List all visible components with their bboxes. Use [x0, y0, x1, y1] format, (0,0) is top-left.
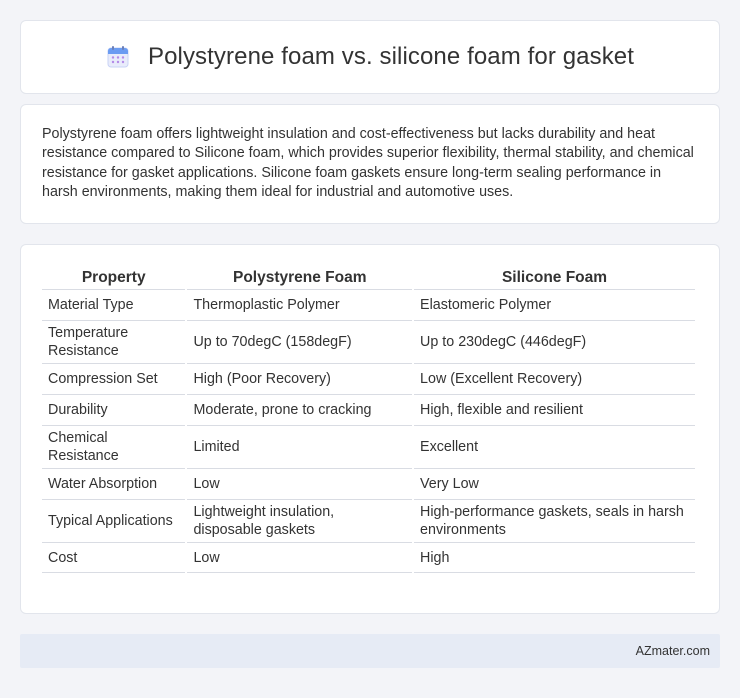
title-wrap: Polystyrene foam vs. silicone foam for g… [106, 43, 634, 71]
cell-property: Cost [42, 543, 186, 573]
cell-silicone: High [414, 543, 695, 573]
comparison-table: Property Polystyrene Foam Silicone Foam … [40, 263, 697, 573]
cell-property: Typical Applications [42, 500, 186, 543]
cell-property: Temperature Resistance [42, 321, 186, 364]
cell-polystyrene: Lightweight insulation, disposable gaske… [187, 500, 413, 543]
footer-bar: AZmater.com [20, 634, 720, 668]
cell-silicone: High-performance gaskets, seals in harsh… [414, 500, 695, 543]
table-row: Chemical Resistance Limited Excellent [42, 426, 695, 469]
summary-text: Polystyrene foam offers lightweight insu… [42, 126, 694, 201]
comparison-card: Property Polystyrene Foam Silicone Foam … [20, 244, 720, 614]
cell-polystyrene: Low [187, 469, 413, 500]
summary-card: Polystyrene foam offers lightweight insu… [20, 104, 720, 224]
cell-polystyrene: Thermoplastic Polymer [187, 290, 413, 321]
page-title: Polystyrene foam vs. silicone foam for g… [147, 43, 635, 70]
table-row: Temperature Resistance Up to 70degC (158… [42, 321, 695, 364]
table-row: Compression Set High (Poor Recovery) Low… [42, 364, 695, 395]
cell-polystyrene: Moderate, prone to cracking [187, 395, 413, 426]
cell-silicone: Excellent [414, 426, 695, 469]
cell-property: Water Absorption [42, 469, 186, 500]
cell-property: Chemical Resistance [42, 426, 186, 469]
cell-silicone: High, flexible and resilient [414, 395, 695, 426]
table-row: Durability Moderate, prone to cracking H… [42, 395, 695, 426]
cell-silicone: Very Low [414, 469, 695, 500]
table-row: Cost Low High [42, 543, 695, 573]
table-header-row: Property Polystyrene Foam Silicone Foam [42, 263, 695, 290]
table-row: Water Absorption Low Very Low [42, 469, 695, 500]
title-card: Polystyrene foam vs. silicone foam for g… [20, 20, 720, 94]
cell-property: Durability [42, 395, 186, 426]
cell-polystyrene: Limited [187, 426, 413, 469]
header-property: Property [42, 263, 186, 290]
header-silicone: Silicone Foam [414, 263, 695, 290]
cell-polystyrene: Up to 70degC (158degF) [187, 321, 413, 364]
cell-silicone: Elastomeric Polymer [414, 290, 695, 321]
header-polystyrene: Polystyrene Foam [187, 263, 413, 290]
cell-property: Compression Set [42, 364, 186, 395]
calendar-icon [106, 45, 130, 69]
cell-silicone: Up to 230degC (446degF) [414, 321, 695, 364]
cell-silicone: Low (Excellent Recovery) [414, 364, 695, 395]
cell-property: Material Type [42, 290, 186, 321]
cell-polystyrene: Low [187, 543, 413, 573]
table-row: Material Type Thermoplastic Polymer Elas… [42, 290, 695, 321]
cell-polystyrene: High (Poor Recovery) [187, 364, 413, 395]
footer-brand: AZmater.com [635, 644, 710, 658]
table-row: Typical Applications Lightweight insulat… [42, 500, 695, 543]
